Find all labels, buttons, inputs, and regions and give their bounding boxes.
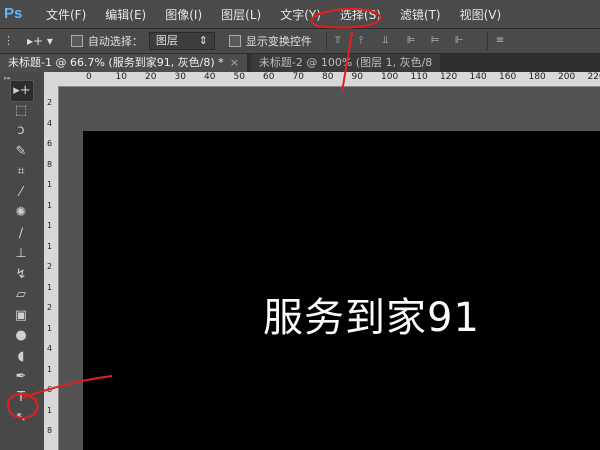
transform-controls-label: 显示变换控件 bbox=[245, 35, 312, 48]
ruler-tick-label: 160 bbox=[499, 72, 517, 82]
ruler-tick-label: 80 bbox=[322, 72, 334, 82]
eraser-tool-icon[interactable]: ▱ bbox=[10, 285, 32, 305]
type-tool-icon[interactable]: T bbox=[10, 388, 32, 408]
auto-select-checkbox[interactable] bbox=[70, 35, 83, 47]
auto-select-dropdown[interactable]: 图层 ⇕ bbox=[148, 32, 215, 50]
ruler-tick-label: 1 bbox=[47, 405, 53, 415]
ruler-tick-label: 2 bbox=[47, 303, 53, 312]
tab-document-2[interactable]: 未标题-2 @ 100% (图层 1, 灰色/8 bbox=[250, 54, 441, 72]
align-hcenter-icon[interactable]: ⊨ bbox=[431, 35, 445, 47]
clone-stamp-tool-icon[interactable]: ⊥ bbox=[10, 244, 32, 264]
document-canvas[interactable]: 服务到家91 bbox=[83, 131, 600, 450]
workspace: 服务到家91 bbox=[59, 87, 600, 450]
align-top-icon[interactable]: ⫪ bbox=[335, 35, 349, 47]
ruler-tick-label: 4 bbox=[47, 118, 53, 128]
photoshop-logo: Ps bbox=[4, 5, 23, 22]
move-tool-icon[interactable]: ▸+ bbox=[10, 80, 34, 102]
align-left-icon[interactable]: ⊫ bbox=[407, 35, 421, 47]
tools-panel: ▸▸ ▸+ ⬚ ↄ ✎ ⌗ ⁄ ✺ ∕ ⊥ ↯ ▱ ▣ ● ◖ ✒ T ↖ bbox=[0, 72, 45, 450]
ruler-tick-label: 8 bbox=[47, 426, 53, 435]
transform-controls-checkbox[interactable] bbox=[228, 35, 241, 47]
ruler-tick-label: 4 bbox=[47, 344, 53, 353]
ruler-tick-label: 140 bbox=[469, 72, 487, 82]
ruler-tick-label: 50 bbox=[233, 72, 245, 82]
menu-edit[interactable]: 编辑(E) bbox=[105, 6, 146, 23]
auto-select-value: 图层 bbox=[155, 34, 178, 47]
distribute-icon[interactable]: ≡ bbox=[496, 35, 510, 47]
tab-title: 未标题-2 @ 100% (图层 1, 灰色/8 bbox=[258, 56, 433, 69]
lasso-tool-icon[interactable]: ↄ bbox=[10, 121, 32, 141]
pen-tool-icon[interactable]: ✒ bbox=[10, 367, 32, 387]
ruler-tick-label: 6 bbox=[47, 385, 53, 394]
healing-brush-tool-icon[interactable]: ✺ bbox=[10, 203, 32, 223]
ruler-tick-label: 2 bbox=[47, 262, 53, 271]
menu-image[interactable]: 图像(I) bbox=[165, 6, 202, 23]
menu-select[interactable]: 选择(S) bbox=[340, 6, 381, 23]
history-brush-tool-icon[interactable]: ↯ bbox=[10, 265, 32, 285]
auto-select-label: 自动选择： bbox=[87, 35, 143, 48]
align-vcenter-icon[interactable]: ⫯ bbox=[359, 35, 373, 47]
marquee-tool-icon[interactable]: ⬚ bbox=[10, 101, 32, 121]
ruler-tick-label: 120 bbox=[440, 72, 458, 82]
ruler-tick-label: 1 bbox=[47, 323, 53, 333]
ruler-tick-label: 200 bbox=[558, 72, 576, 82]
ruler-tick-label: 110 bbox=[410, 72, 428, 82]
ruler-tick-label: 0 bbox=[86, 72, 92, 82]
dropdown-arrows-icon: ⇕ bbox=[198, 34, 208, 47]
tab-title: 未标题-1 @ 66.7% (服务到家91, 灰色/8) * bbox=[8, 56, 224, 69]
horizontal-ruler: 0 10 20 30 40 50 60 70 80 90 100 110 120 140 160 180 200… bbox=[44, 72, 600, 87]
ruler-tick-label: 1 bbox=[47, 180, 53, 189]
close-icon[interactable]: × bbox=[230, 56, 239, 69]
ruler-tick-label: 30 bbox=[174, 72, 186, 82]
menu-bar: Ps 文件(F) 编辑(E) 图像(I) 图层(L) 文字(Y) 选择(S) 滤… bbox=[0, 0, 600, 29]
ruler-tick-label: 6 bbox=[47, 139, 53, 148]
ruler-tick-label: 1 bbox=[47, 241, 53, 251]
align-bottom-icon[interactable]: ⫫ bbox=[383, 35, 397, 47]
vertical-ruler: 2 4 6 8 1 1 1 1 2 1 2 1 4 1 6 1 8 bbox=[44, 86, 59, 450]
ruler-tick-label: 60 bbox=[263, 72, 275, 82]
brush-tool-icon[interactable]: ∕ bbox=[10, 224, 32, 244]
grip-icon: ⋮ bbox=[3, 34, 14, 47]
divider bbox=[486, 32, 488, 50]
ruler-tick-label: 70 bbox=[292, 72, 304, 82]
ruler-tick-label: 1 bbox=[47, 221, 53, 230]
gradient-tool-icon[interactable]: ▣ bbox=[10, 306, 32, 326]
ruler-tick-label: 220 bbox=[587, 72, 600, 82]
menu-layer[interactable]: 图层(L) bbox=[221, 6, 261, 23]
quick-select-tool-icon[interactable]: ✎ bbox=[10, 142, 32, 162]
menu-view[interactable]: 视图(V) bbox=[460, 6, 502, 23]
path-select-tool-icon[interactable]: ↖ bbox=[10, 408, 32, 428]
ruler-tick-label: 1 bbox=[47, 282, 53, 292]
align-right-icon[interactable]: ⊩ bbox=[455, 35, 469, 47]
ruler-tick-label: 100 bbox=[381, 72, 399, 82]
ruler-tick-label: 10 bbox=[115, 72, 127, 82]
ruler-tick-label: 90 bbox=[351, 72, 363, 82]
ruler-tick-label: 2 bbox=[47, 98, 53, 107]
ruler-tick-label: 1 bbox=[47, 364, 53, 374]
ruler-tick-label: 180 bbox=[528, 72, 546, 82]
crop-tool-icon[interactable]: ⌗ bbox=[10, 162, 32, 182]
tab-document-1[interactable]: 未标题-1 @ 66.7% (服务到家91, 灰色/8) * × bbox=[0, 54, 247, 72]
ruler-tick-label: 8 bbox=[47, 159, 53, 169]
blur-tool-icon[interactable]: ● bbox=[10, 326, 32, 346]
ruler-tick-label: 20 bbox=[145, 72, 157, 82]
ruler-tick-label: 1 bbox=[47, 200, 53, 210]
menu-type[interactable]: 文字(Y) bbox=[280, 6, 321, 23]
canvas-text-layer[interactable]: 服务到家91 bbox=[263, 285, 480, 343]
menu-file[interactable]: 文件(F) bbox=[46, 6, 86, 23]
move-tool-preset-icon[interactable]: ▸+ ▾ bbox=[27, 34, 53, 48]
eyedropper-tool-icon[interactable]: ⁄ bbox=[10, 183, 32, 203]
menu-filter[interactable]: 滤镜(T) bbox=[400, 6, 441, 23]
divider bbox=[325, 32, 327, 50]
dodge-tool-icon[interactable]: ◖ bbox=[10, 347, 32, 367]
ruler-tick-label: 40 bbox=[204, 72, 216, 82]
document-tabs: 未标题-1 @ 66.7% (服务到家91, 灰色/8) * × 未标题-2 @ … bbox=[0, 54, 600, 72]
options-bar: ⋮ ▸+ ▾ 自动选择： 图层 ⇕ 显示变换控件 ⫪ ⫯ ⫫ ⊫ ⊨ ⊩ ≡ bbox=[0, 29, 600, 54]
